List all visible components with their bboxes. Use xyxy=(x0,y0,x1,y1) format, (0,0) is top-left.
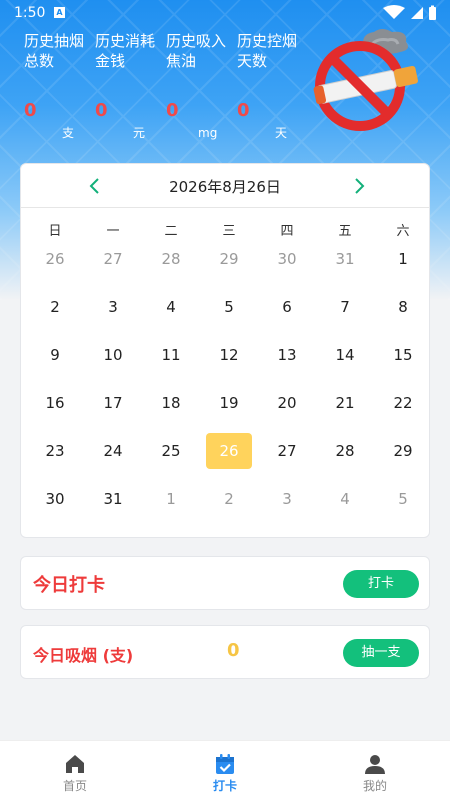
weekday-label: 日 xyxy=(48,224,62,239)
weekday-label: 一 xyxy=(106,224,120,239)
smoke-today-title: 今日吸烟 (支) xyxy=(33,646,134,665)
calendar-day[interactable]: 13 xyxy=(264,337,310,373)
smoke-today-card: 今日吸烟 (支) 0 抽一支 xyxy=(20,625,430,679)
stat-total-cigarettes: 历史抽烟总数 0 支 xyxy=(24,31,85,140)
stat-unit: 元 xyxy=(133,126,146,140)
calendar-check-icon xyxy=(216,754,234,774)
calendar-day[interactable]: 15 xyxy=(380,337,426,373)
calendar-day[interactable]: 23 xyxy=(32,433,78,469)
calendar-day[interactable]: 27 xyxy=(264,433,310,469)
weekday-label: 五 xyxy=(338,224,352,239)
chevron-right-icon[interactable] xyxy=(347,174,371,198)
calendar-day[interactable]: 14 xyxy=(322,337,368,373)
stat-unit: 天 xyxy=(275,126,288,140)
calendar-day[interactable]: 16 xyxy=(32,385,78,421)
tab-checkin[interactable]: 打卡 xyxy=(150,741,300,801)
weekday-label: 四 xyxy=(280,224,294,239)
calendar-day[interactable]: 27 xyxy=(90,241,136,277)
calendar-day[interactable]: 10 xyxy=(90,337,136,373)
stat-value: 0 xyxy=(95,100,108,121)
status-time: 1:50 xyxy=(14,5,46,21)
smoke-one-button[interactable]: 抽一支 xyxy=(343,639,419,667)
calendar-day[interactable]: 4 xyxy=(322,481,368,517)
calendar-day[interactable]: 2 xyxy=(206,481,252,517)
stat-label: 历史抽烟总数 xyxy=(24,32,85,70)
stat-control-days: 历史控烟天数 0 天 xyxy=(237,31,298,140)
bottom-tab-bar: 首页 打卡 我的 xyxy=(0,740,450,801)
calendar-day[interactable]: 28 xyxy=(322,433,368,469)
calendar-day[interactable]: 8 xyxy=(380,289,426,325)
sim-icon: A xyxy=(54,7,65,18)
calendar-day[interactable]: 29 xyxy=(206,241,252,277)
checkin-title: 今日打卡 xyxy=(33,575,105,596)
calendar-day[interactable]: 5 xyxy=(206,289,252,325)
calendar-day[interactable]: 1 xyxy=(380,241,426,277)
calendar-day[interactable]: 3 xyxy=(90,289,136,325)
stat-label: 历史控烟天数 xyxy=(237,32,298,70)
calendar-day[interactable]: 24 xyxy=(90,433,136,469)
home-icon xyxy=(66,755,84,773)
checkin-card: 今日打卡 打卡 xyxy=(20,556,430,610)
tab-profile[interactable]: 我的 xyxy=(300,741,450,801)
system-status-icons xyxy=(383,5,436,20)
status-bar: 1:50 A xyxy=(0,0,450,26)
stat-unit: mg xyxy=(198,126,218,140)
calendar-day[interactable]: 3 xyxy=(264,481,310,517)
calendar-day[interactable]: 11 xyxy=(148,337,194,373)
stat-tar-inhaled: 历史吸入焦油 0 mg xyxy=(166,31,227,140)
calendar-day[interactable]: 9 xyxy=(32,337,78,373)
calendar-day[interactable]: 5 xyxy=(380,481,426,517)
calendar-day[interactable]: 31 xyxy=(90,481,136,517)
calendar-day[interactable]: 7 xyxy=(322,289,368,325)
smoke-today-count: 0 xyxy=(227,640,240,661)
calendar-day-selected[interactable]: 26 xyxy=(206,433,252,469)
stat-value: 0 xyxy=(24,100,37,121)
calendar-day[interactable]: 28 xyxy=(148,241,194,277)
calendar-day[interactable]: 6 xyxy=(264,289,310,325)
signal-icon xyxy=(411,7,423,19)
no-smoking-icon xyxy=(313,29,418,131)
calendar-day[interactable]: 29 xyxy=(380,433,426,469)
stat-label: 历史吸入焦油 xyxy=(166,32,227,70)
calendar-day[interactable]: 22 xyxy=(380,385,426,421)
calendar-day[interactable]: 17 xyxy=(90,385,136,421)
calendar-card: 2026年8月26日 日一二三四五六 26 27 28 29 30 31 1 2 3 4 5 6 7 8 9… xyxy=(20,163,430,538)
battery-icon xyxy=(429,5,436,20)
tab-label: 我的 xyxy=(362,779,387,793)
calendar-header: 2026年8月26日 xyxy=(21,164,429,208)
calendar-day[interactable]: 18 xyxy=(148,385,194,421)
calendar-day[interactable]: 20 xyxy=(264,385,310,421)
calendar-day[interactable]: 21 xyxy=(322,385,368,421)
calendar-day[interactable]: 30 xyxy=(32,481,78,517)
calendar-day[interactable]: 19 xyxy=(206,385,252,421)
calendar-day[interactable]: 4 xyxy=(148,289,194,325)
calendar-day[interactable]: 30 xyxy=(264,241,310,277)
calendar-day[interactable]: 1 xyxy=(148,481,194,517)
tab-label: 首页 xyxy=(62,779,87,793)
stat-label: 历史消耗金钱 xyxy=(95,32,156,70)
tab-label: 打卡 xyxy=(212,779,237,793)
calendar-day[interactable]: 31 xyxy=(322,241,368,277)
stat-money-spent: 历史消耗金钱 0 元 xyxy=(95,31,156,140)
tab-home[interactable]: 首页 xyxy=(0,741,150,801)
stat-value: 0 xyxy=(166,100,179,121)
checkin-button[interactable]: 打卡 xyxy=(343,570,419,598)
weekday-label: 三 xyxy=(222,224,236,239)
weekday-label: 二 xyxy=(164,224,178,239)
calendar-day[interactable]: 25 xyxy=(148,433,194,469)
stat-unit: 支 xyxy=(62,126,75,140)
stat-value: 0 xyxy=(237,100,250,121)
calendar-day[interactable]: 12 xyxy=(206,337,252,373)
weekday-label: 六 xyxy=(396,224,410,239)
calendar-day[interactable]: 26 xyxy=(32,241,78,277)
user-icon xyxy=(365,755,385,774)
calendar-day[interactable]: 2 xyxy=(32,289,78,325)
wifi-icon xyxy=(383,5,405,19)
